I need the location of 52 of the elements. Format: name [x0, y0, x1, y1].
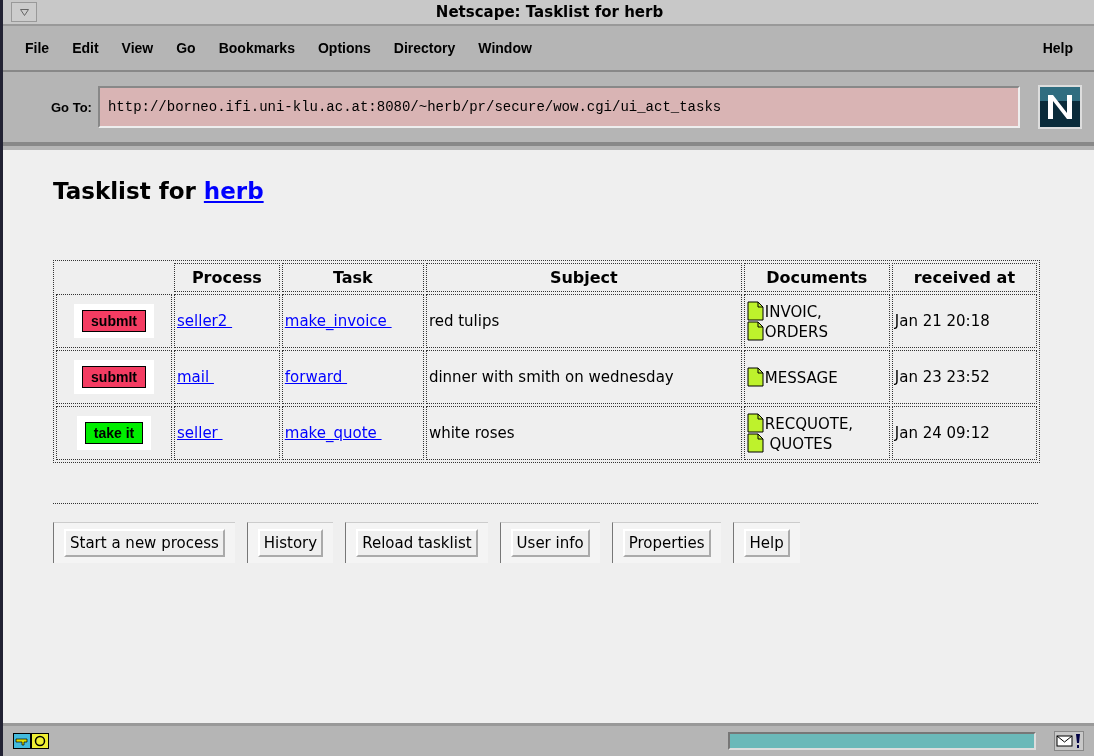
document-icon: [746, 321, 764, 341]
form-button[interactable]: History: [257, 529, 324, 557]
form-button[interactable]: Properties: [622, 529, 711, 557]
document-icon: [746, 367, 764, 387]
process-link[interactable]: seller2: [177, 312, 233, 330]
action-button[interactable]: submIt: [82, 310, 146, 332]
column-header: Documents: [743, 263, 890, 292]
mail-icon[interactable]: [1054, 731, 1084, 751]
security-key-icon: [13, 733, 49, 749]
triangle-icon: [19, 8, 29, 16]
task-link[interactable]: forward: [284, 368, 348, 386]
menu-item[interactable]: Options: [305, 40, 382, 56]
column-header: Process: [174, 263, 280, 292]
document-name: ORDERS: [764, 323, 828, 341]
form-button[interactable]: Reload tasklist: [356, 529, 478, 557]
table-cell: white roses: [428, 424, 515, 442]
action-button[interactable]: submIt: [82, 366, 146, 388]
form-button[interactable]: User info: [510, 529, 590, 557]
url-field[interactable]: http://borneo.ifi.uni-klu.ac.at:8080/~herb/pr/secure/wow.cgi/ui_act_tasks: [97, 86, 1020, 128]
table-cell: red tulips: [428, 312, 500, 330]
menu-item[interactable]: Window: [466, 40, 543, 56]
process-link[interactable]: mail: [177, 368, 214, 386]
form-button[interactable]: Help: [743, 529, 790, 557]
column-header: Task: [281, 263, 424, 292]
window-title: Netscape: Tasklist for herb: [434, 3, 665, 21]
menu-item[interactable]: View: [109, 40, 165, 56]
user-link[interactable]: herb: [203, 178, 264, 204]
menu-item[interactable]: Directory: [381, 40, 467, 56]
document-icon: [746, 301, 764, 321]
form-button[interactable]: Start a new process: [64, 529, 225, 557]
menu-item[interactable]: Help: [1030, 40, 1084, 56]
document-icon: [746, 413, 764, 433]
menu-item[interactable]: Go: [164, 40, 207, 56]
n-logo-icon: [1038, 85, 1082, 129]
table-cell: dinner with smith on wednesday: [428, 368, 674, 386]
document-name: RECQUOTE,: [764, 415, 854, 433]
table-cell: Jan 23 23:52: [894, 368, 990, 386]
menu-item[interactable]: File: [13, 40, 61, 56]
column-header: received at: [891, 263, 1037, 292]
menu-item[interactable]: Edit: [60, 40, 110, 56]
table-cell: Jan 21 20:18: [894, 312, 990, 330]
location-label: Go To:: [51, 99, 92, 115]
menu-item[interactable]: Bookmarks: [206, 40, 306, 56]
action-button[interactable]: take it: [84, 422, 144, 444]
column-header: Subject: [425, 263, 742, 292]
document-name: MESSAGE: [764, 369, 838, 387]
table-cell: Jan 24 09:12: [894, 424, 990, 442]
document-icon: [746, 433, 764, 453]
document-name: QUOTES: [768, 435, 833, 453]
process-link[interactable]: seller: [177, 424, 223, 442]
document-name: INVOIC,: [764, 303, 822, 321]
page-heading: Tasklist for: [53, 178, 197, 204]
